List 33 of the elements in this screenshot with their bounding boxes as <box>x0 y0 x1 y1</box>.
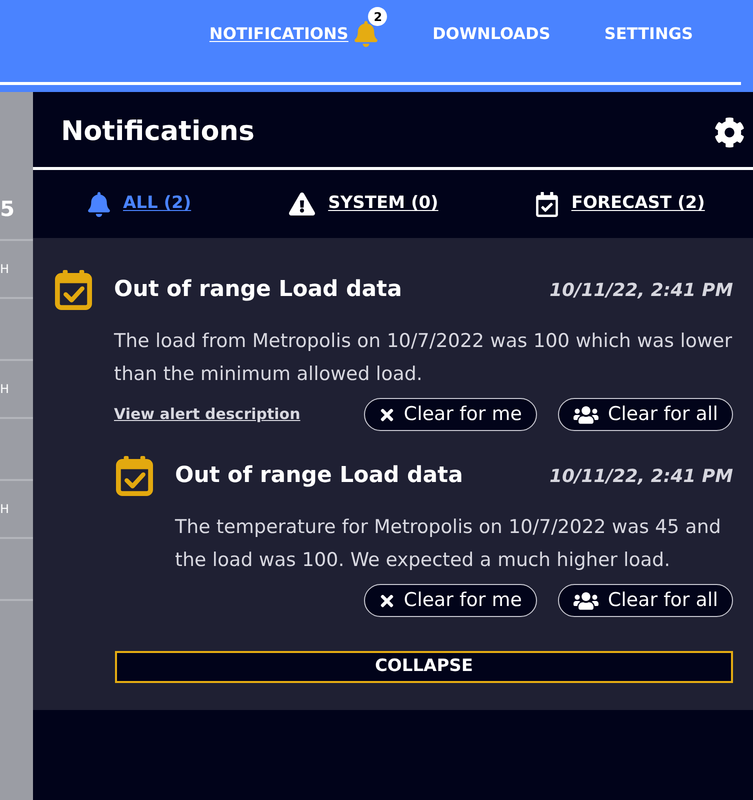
view-alert-description-link[interactable]: View alert description <box>114 403 300 426</box>
nav-link[interactable]: SETTINGS <box>604 22 693 46</box>
notification-text: The load from Metropolis on 10/7/2022 was 100 which was lower than the minimum allowed load. <box>114 329 734 387</box>
strip-unit: H <box>0 263 10 275</box>
people-icon <box>572 590 599 610</box>
warning-icon <box>289 192 316 216</box>
calendar-check-icon <box>116 456 153 496</box>
panel-title: Notifications <box>61 115 255 150</box>
notification-time: 10/11/22, 2:41 PM <box>549 279 733 303</box>
filter-tab[interactable]: FORECAST (2) <box>536 191 705 217</box>
filter-tab[interactable]: SYSTEM (0) <box>289 191 438 217</box>
settings-icon[interactable] <box>714 117 745 148</box>
nav-link[interactable]: NOTIFICATIONS <box>209 22 348 46</box>
clear-for-me-button[interactable]: Clear for me <box>364 584 537 617</box>
notification-title: Out of range Load data <box>114 276 402 304</box>
nav-link[interactable]: DOWNLOADS <box>432 22 550 46</box>
bell-icon[interactable] <box>354 21 378 47</box>
strip-unit: H <box>0 383 10 395</box>
bell-icon <box>88 192 110 216</box>
strip-unit: H <box>0 503 10 515</box>
clear-for-me-button[interactable]: Clear for me <box>364 398 537 431</box>
notification-time: 10/11/22, 2:41 PM <box>549 465 733 489</box>
calendar-check-icon <box>55 270 92 310</box>
people-icon <box>572 404 599 424</box>
collapse-button[interactable]: COLLAPSE <box>115 651 733 683</box>
clear-for-all-button[interactable]: Clear for all <box>558 398 733 431</box>
clear-for-all-button[interactable]: Clear for all <box>558 584 733 617</box>
calendar-check-icon <box>536 192 558 216</box>
filter-tab[interactable]: ALL (2) <box>88 191 192 217</box>
strip-number: 5 <box>0 198 15 220</box>
notification-title: Out of range Load data <box>175 462 463 490</box>
notification-text: The temperature for Metropolis on 10/7/2022 was 45 and the load was 100. We expected a much higher load. <box>175 515 722 573</box>
notification-count-badge: 2 <box>368 7 388 26</box>
